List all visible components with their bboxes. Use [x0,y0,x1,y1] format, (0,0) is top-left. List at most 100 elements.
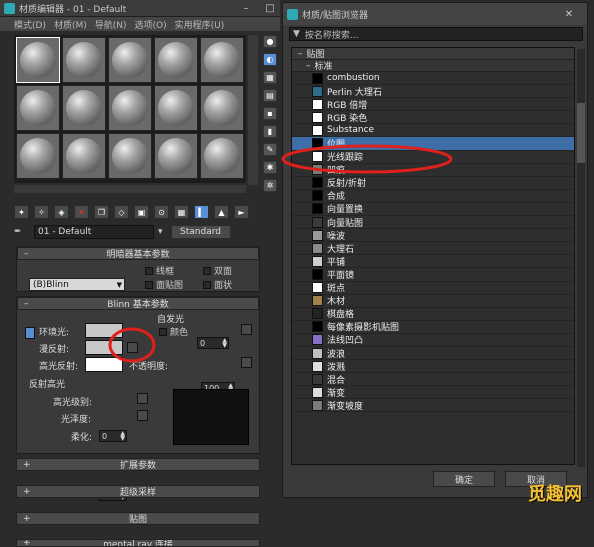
copy-material-icon[interactable]: ❐ [94,205,109,219]
material-slot[interactable] [200,85,244,131]
select-by-material-icon[interactable]: ✱ [263,161,277,174]
material-slot[interactable] [108,85,152,131]
browser-scrollbar-thumb[interactable] [577,103,585,163]
wire-checkbox[interactable]: 线框 [145,264,174,277]
rollout-extended-params[interactable]: + 扩展参数 [16,458,260,471]
map-item[interactable]: 混合 [292,373,574,387]
category-maps[interactable]: – 贴图 [292,48,574,60]
material-slot[interactable] [154,37,198,83]
material-type-button[interactable]: Standard [170,225,231,239]
material-slot[interactable] [16,37,60,83]
faceted-checkbox[interactable]: 面状 [203,278,232,291]
material-slot[interactable] [108,133,152,179]
spec-level-spinner[interactable]: 0 ▲ ▼ [99,430,127,442]
map-item[interactable]: 合成 [292,190,574,203]
menu-mode[interactable]: 模式(D) [14,18,46,31]
rollout-mental-ray[interactable]: + mental ray 连接 [16,539,260,547]
material-slot[interactable] [200,133,244,179]
close-icon[interactable]: ✕ [559,7,579,22]
map-item[interactable]: Perlin 大理石 [292,85,574,99]
material-slot[interactable] [62,133,106,179]
sample-type-icon[interactable]: ● [263,35,277,48]
get-material-icon[interactable]: ✦ [14,205,29,219]
map-item[interactable]: 噪波 [292,229,574,243]
map-item[interactable]: RGB 染色 [292,111,574,125]
map-item[interactable]: 凹痕 [292,164,574,177]
map-item[interactable]: 渐变坡度 [292,399,574,413]
menu-material[interactable]: 材质(M) [54,18,87,31]
ok-button[interactable]: 确定 [433,471,495,487]
face-map-checkbox[interactable]: 面贴图 [145,278,183,291]
specular-color-swatch[interactable] [85,357,123,372]
material-slot[interactable] [154,133,198,179]
put-to-library-icon[interactable]: ▣ [134,205,149,219]
options-icon[interactable]: ✎ [263,143,277,156]
map-item[interactable]: 波浪 [292,347,574,361]
map-item[interactable]: 反射/折射 [292,177,574,190]
chevron-down-icon[interactable]: ▼ [293,29,300,39]
self-illum-map-button[interactable] [241,324,252,335]
search-input[interactable]: ▼ 按名称搜索... [289,27,583,41]
show-end-result-icon[interactable]: ▍ [194,205,209,219]
map-item[interactable]: 棋盘格 [292,308,574,321]
map-item[interactable]: RGB 倍增 [292,98,574,112]
material-slot[interactable] [62,85,106,131]
material-slot[interactable] [16,133,60,179]
eyedropper-icon[interactable]: ✒ [14,227,30,237]
material-slot[interactable] [200,37,244,83]
map-item[interactable]: 每像素摄影机贴图 [292,321,574,334]
map-item[interactable]: 渐变 [292,386,574,400]
map-item[interactable]: 泼溅 [292,360,574,374]
map-item[interactable]: 位图 [292,137,574,151]
material-slot[interactable] [62,37,106,83]
opacity-map-button[interactable] [241,357,252,368]
assign-to-selection-icon[interactable]: ◈ [54,205,69,219]
shader-dropdown[interactable]: (B)Blinn ▼ [29,278,125,291]
self-illum-color-checkbox[interactable]: 颜色 [159,325,188,338]
menu-utilities[interactable]: 实用程序(U) [175,18,225,31]
slots-vertical-scrollbar[interactable] [248,35,258,185]
map-item[interactable]: 平铺 [292,255,574,269]
video-color-check-icon[interactable]: ▪ [263,107,277,120]
subcategory-standard[interactable]: – 标准 [292,60,574,72]
material-id-icon[interactable]: ⊙ [154,205,169,219]
rollout-header[interactable]: – 明暗器基本参数 [17,247,259,260]
backlight-icon[interactable]: ◐ [263,53,277,66]
map-item[interactable]: 向量置换 [292,203,574,217]
make-unique-icon[interactable]: ◇ [114,205,129,219]
map-item[interactable]: combustion [292,72,574,86]
map-item[interactable]: 光线跟踪 [292,151,574,164]
map-item[interactable]: 向量贴图 [292,216,574,230]
diffuse-map-button[interactable] [127,342,138,353]
slots-horizontal-scrollbar[interactable] [14,185,246,193]
map-item[interactable]: Substance [292,124,574,138]
dropdown-arrow-icon[interactable]: ▾ [158,227,163,237]
minimize-button[interactable]: – [236,1,256,16]
rollout-supersampling[interactable]: + 超级采样 [16,485,260,498]
material-map-navigator-icon[interactable]: ✲ [263,179,277,192]
diffuse-color-swatch[interactable] [85,340,123,355]
self-illum-spinner[interactable]: 0 ▲ ▼ [197,337,229,349]
ambient-color-swatch[interactable] [85,323,123,338]
go-to-parent-icon[interactable]: ▲ [214,205,229,219]
background-icon[interactable]: ▦ [263,71,277,84]
lock-icon[interactable] [25,327,35,339]
map-item[interactable]: 大理石 [292,242,574,256]
menu-navigation[interactable]: 导航(N) [95,18,127,31]
reset-icon[interactable]: ✕ [74,205,89,219]
show-map-icon[interactable]: ▦ [174,205,189,219]
material-slot[interactable] [16,85,60,131]
menu-options[interactable]: 选项(O) [135,18,167,31]
rollout-maps[interactable]: + 贴图 [16,512,260,525]
put-to-scene-icon[interactable]: ✧ [34,205,49,219]
map-item[interactable]: 斑点 [292,282,574,295]
maximize-button[interactable]: □ [260,1,280,16]
map-item[interactable]: 法线凹凸 [292,334,574,347]
go-forward-sibling-icon[interactable]: ► [234,205,249,219]
uv-tiling-icon[interactable]: ▤ [263,89,277,102]
make-preview-icon[interactable]: ▮ [263,125,277,138]
two-sided-checkbox[interactable]: 双面 [203,264,232,277]
spec-level-map-button[interactable] [137,393,148,404]
material-slot[interactable] [108,37,152,83]
map-item[interactable]: 平面镜 [292,268,574,282]
